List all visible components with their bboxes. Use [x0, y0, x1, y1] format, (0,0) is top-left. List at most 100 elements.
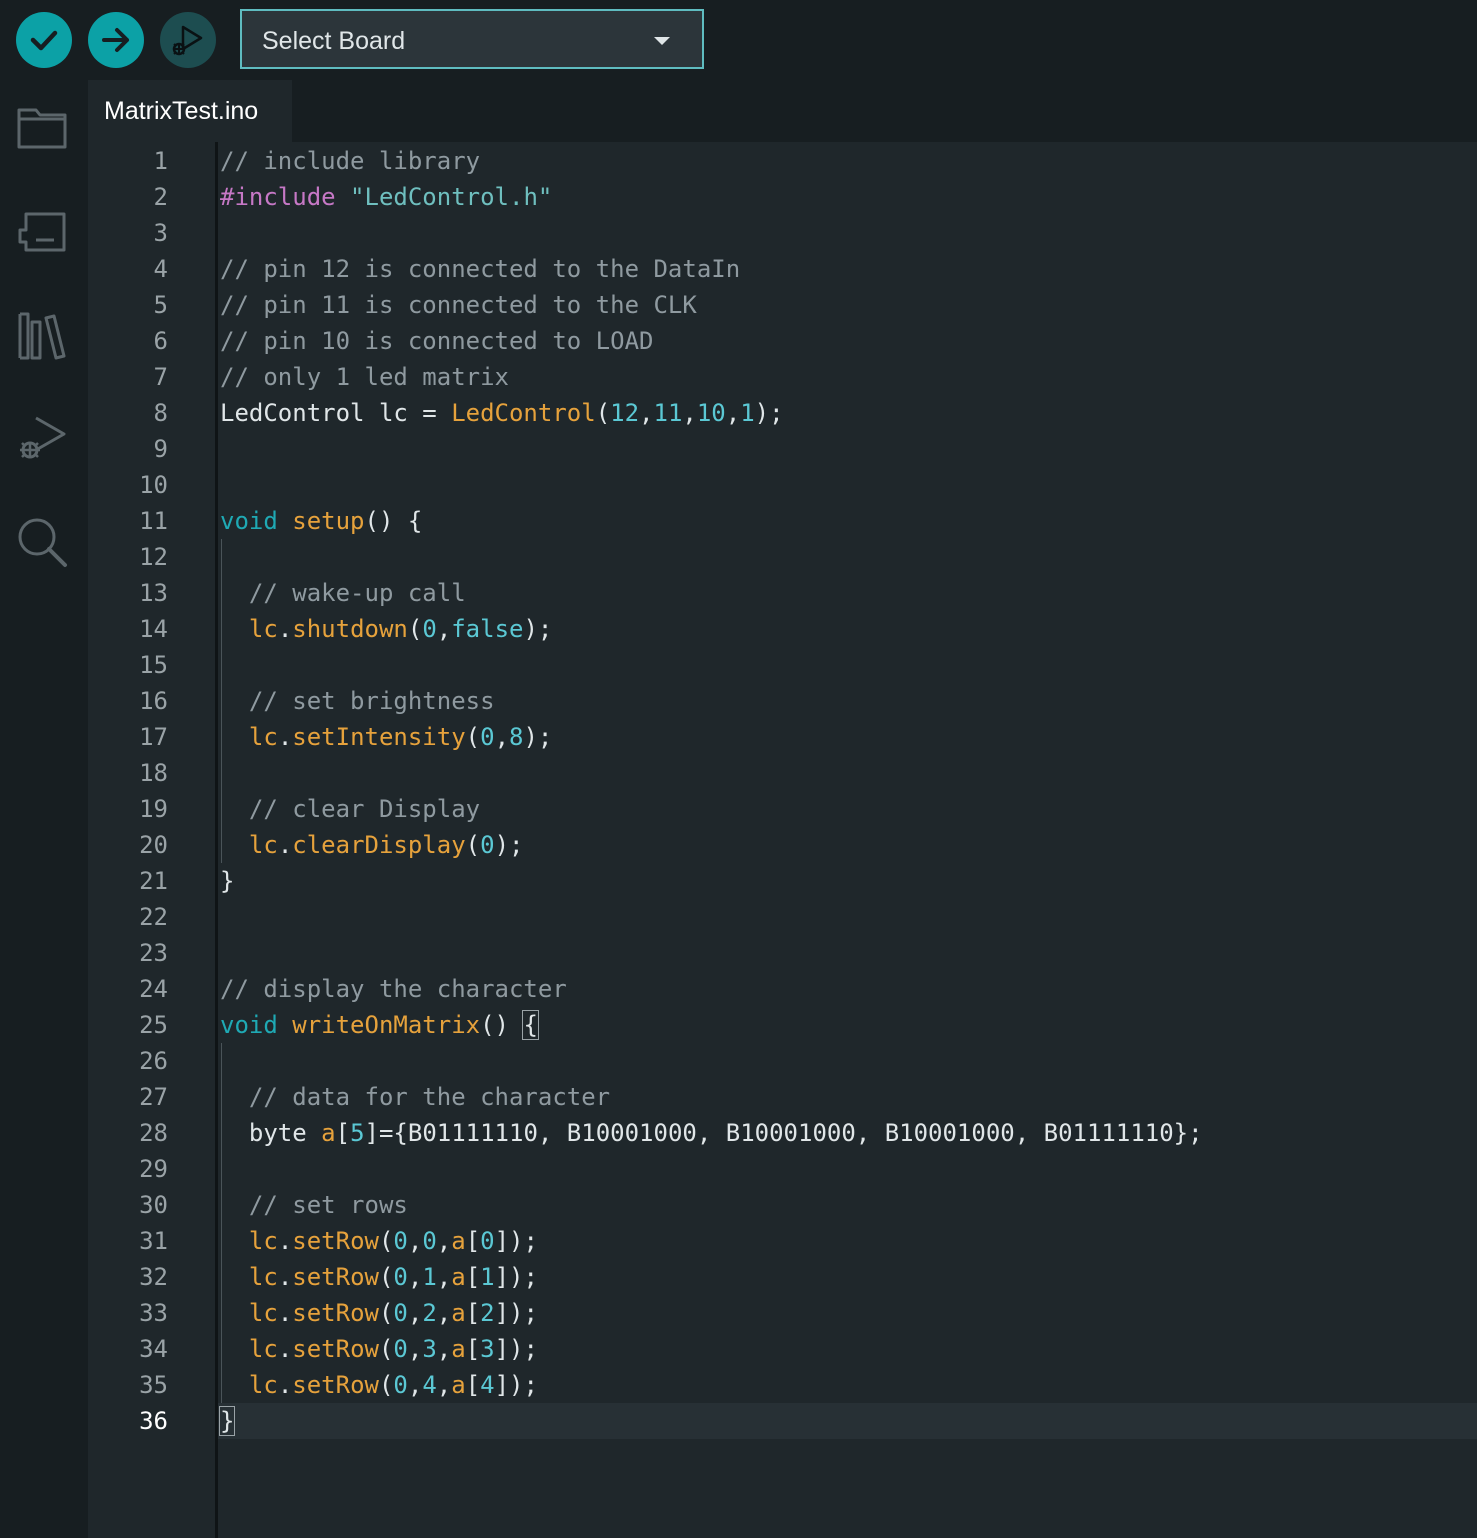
code-line[interactable]: 25 void writeOnMatrix() {	[88, 1007, 1477, 1043]
code-line[interactable]: 28 byte a[5]={B01111110, B10001000, B100…	[88, 1115, 1477, 1151]
code-token: 0	[480, 1227, 495, 1255]
code-text: void setup() {	[220, 503, 422, 539]
code-line[interactable]: 27 // data for the character	[88, 1079, 1477, 1115]
code-token: // pin 12 is connected to the DataIn	[220, 255, 741, 283]
code-line[interactable]: 8 LedControl lc = LedControl(12,11,10,1);	[88, 395, 1477, 431]
code-line[interactable]: 6 // pin 10 is connected to LOAD	[88, 323, 1477, 359]
code-line[interactable]: 18	[88, 755, 1477, 791]
code-line[interactable]: 24 // display the character	[88, 971, 1477, 1007]
code-line[interactable]: 10	[88, 467, 1477, 503]
sidebar-item-sketchbook[interactable]	[14, 100, 70, 156]
sidebar-item-search[interactable]	[14, 514, 70, 570]
code-text: }	[220, 863, 234, 899]
code-line[interactable]: 2 #include "LedControl.h"	[88, 179, 1477, 215]
code-token: 1	[480, 1263, 495, 1291]
code-line[interactable]: 36}	[88, 1403, 1477, 1439]
code-line[interactable]: 21}	[88, 863, 1477, 899]
code-token: (	[465, 723, 481, 751]
code-token: setRow	[292, 1299, 379, 1327]
code-token: ,	[436, 1299, 452, 1327]
code-line[interactable]: 13 // wake-up call	[88, 575, 1477, 611]
code-line[interactable]: 16 // set brightness	[88, 683, 1477, 719]
code-token: ,	[407, 1263, 423, 1291]
code-line[interactable]: 32 lc.setRow(0,1,a[1]);	[88, 1259, 1477, 1295]
code-token: ,	[436, 1371, 452, 1399]
code-token: lc	[248, 1227, 278, 1255]
code-line[interactable]: 26	[88, 1043, 1477, 1079]
code-editor[interactable]: 1 // include library 2 #include "LedControl…	[88, 142, 1477, 1538]
line-number: 13	[139, 579, 168, 607]
code-token: 0	[480, 723, 495, 751]
tab-matrixtest-ino[interactable]: MatrixTest.ino	[88, 80, 292, 142]
upload-button[interactable]	[88, 12, 144, 68]
code-line[interactable]: 33 lc.setRow(0,2,a[2]);	[88, 1295, 1477, 1331]
code-line[interactable]: 29	[88, 1151, 1477, 1187]
code-token: lc	[248, 615, 278, 643]
code-token: lc	[248, 723, 278, 751]
code-line[interactable]: 19 // clear Display	[88, 791, 1477, 827]
code-line[interactable]: 14 lc.shutdown(0,false);	[88, 611, 1477, 647]
code-line[interactable]: 31 lc.setRow(0,0,a[0]);	[88, 1223, 1477, 1259]
verify-button[interactable]	[16, 12, 72, 68]
code-line[interactable]: 7 // only 1 led matrix	[88, 359, 1477, 395]
sidebar-item-boards-manager[interactable]	[14, 204, 70, 260]
line-number: 6	[153, 327, 168, 355]
folder-icon	[17, 108, 67, 149]
line-number: 15	[139, 651, 168, 679]
line-number: 14	[139, 615, 168, 643]
code-token: a	[451, 1371, 466, 1399]
code-token: 0	[393, 1335, 408, 1363]
code-line[interactable]: 15	[88, 647, 1477, 683]
toolbar: Select Board	[0, 0, 1477, 80]
code-text: // pin 10 is connected to LOAD	[220, 323, 653, 359]
code-line[interactable]: 12	[88, 539, 1477, 575]
code-line[interactable]: 22	[88, 899, 1477, 935]
code-line[interactable]: 35 lc.setRow(0,4,a[4]);	[88, 1367, 1477, 1403]
line-number: 30	[139, 1191, 168, 1219]
code-line[interactable]: 3	[88, 215, 1477, 251]
code-token: ,	[725, 399, 741, 427]
code-line[interactable]: 4 // pin 12 is connected to the DataIn	[88, 251, 1477, 287]
line-number: 4	[153, 255, 168, 283]
code-line[interactable]: 11 void setup() {	[88, 503, 1477, 539]
code-token: ()	[480, 1011, 524, 1039]
code-token: a	[451, 1227, 466, 1255]
sidebar-item-library-manager[interactable]	[14, 308, 70, 364]
code-token: ]={B01111110, B10001000, B10001000, B100…	[364, 1119, 1203, 1147]
line-number: 31	[139, 1227, 168, 1255]
code-token: .	[277, 1299, 293, 1327]
code-text: // data for the character	[220, 1079, 610, 1115]
indent-guide	[221, 1043, 222, 1079]
code-token: // set rows	[220, 1191, 408, 1219]
code-token: ,	[436, 1227, 452, 1255]
line-number: 19	[139, 795, 168, 823]
code-line[interactable]: 20 lc.clearDisplay(0);	[88, 827, 1477, 863]
debug-button[interactable]	[160, 12, 216, 68]
code-token: setIntensity	[292, 723, 466, 751]
code-token: // wake-up call	[220, 579, 466, 607]
code-line[interactable]: 23	[88, 935, 1477, 971]
debug-icon	[20, 416, 66, 459]
code-token: "LedControl.h"	[350, 183, 553, 211]
board-select-dropdown[interactable]: Select Board	[240, 9, 704, 69]
line-number: 36	[139, 1407, 168, 1435]
line-number: 9	[153, 435, 168, 463]
code-text: lc.clearDisplay(0);	[220, 827, 524, 863]
line-number: 16	[139, 687, 168, 715]
code-text: byte a[5]={B01111110, B10001000, B100010…	[220, 1115, 1203, 1151]
line-number: 32	[139, 1263, 168, 1291]
sidebar	[0, 80, 88, 1538]
code-token: .	[277, 615, 293, 643]
code-line[interactable]: 30 // set rows	[88, 1187, 1477, 1223]
line-number: 17	[139, 723, 168, 751]
line-number: 1	[153, 147, 168, 175]
code-line[interactable]: 1 // include library	[88, 143, 1477, 179]
code-line[interactable]: 34 lc.setRow(0,3,a[3]);	[88, 1331, 1477, 1367]
code-line[interactable]: 9	[88, 431, 1477, 467]
sidebar-item-debug[interactable]	[14, 410, 70, 466]
code-line[interactable]: 17 lc.setIntensity(0,8);	[88, 719, 1477, 755]
code-line[interactable]: 5 // pin 11 is connected to the CLK	[88, 287, 1477, 323]
line-number: 23	[139, 939, 168, 967]
